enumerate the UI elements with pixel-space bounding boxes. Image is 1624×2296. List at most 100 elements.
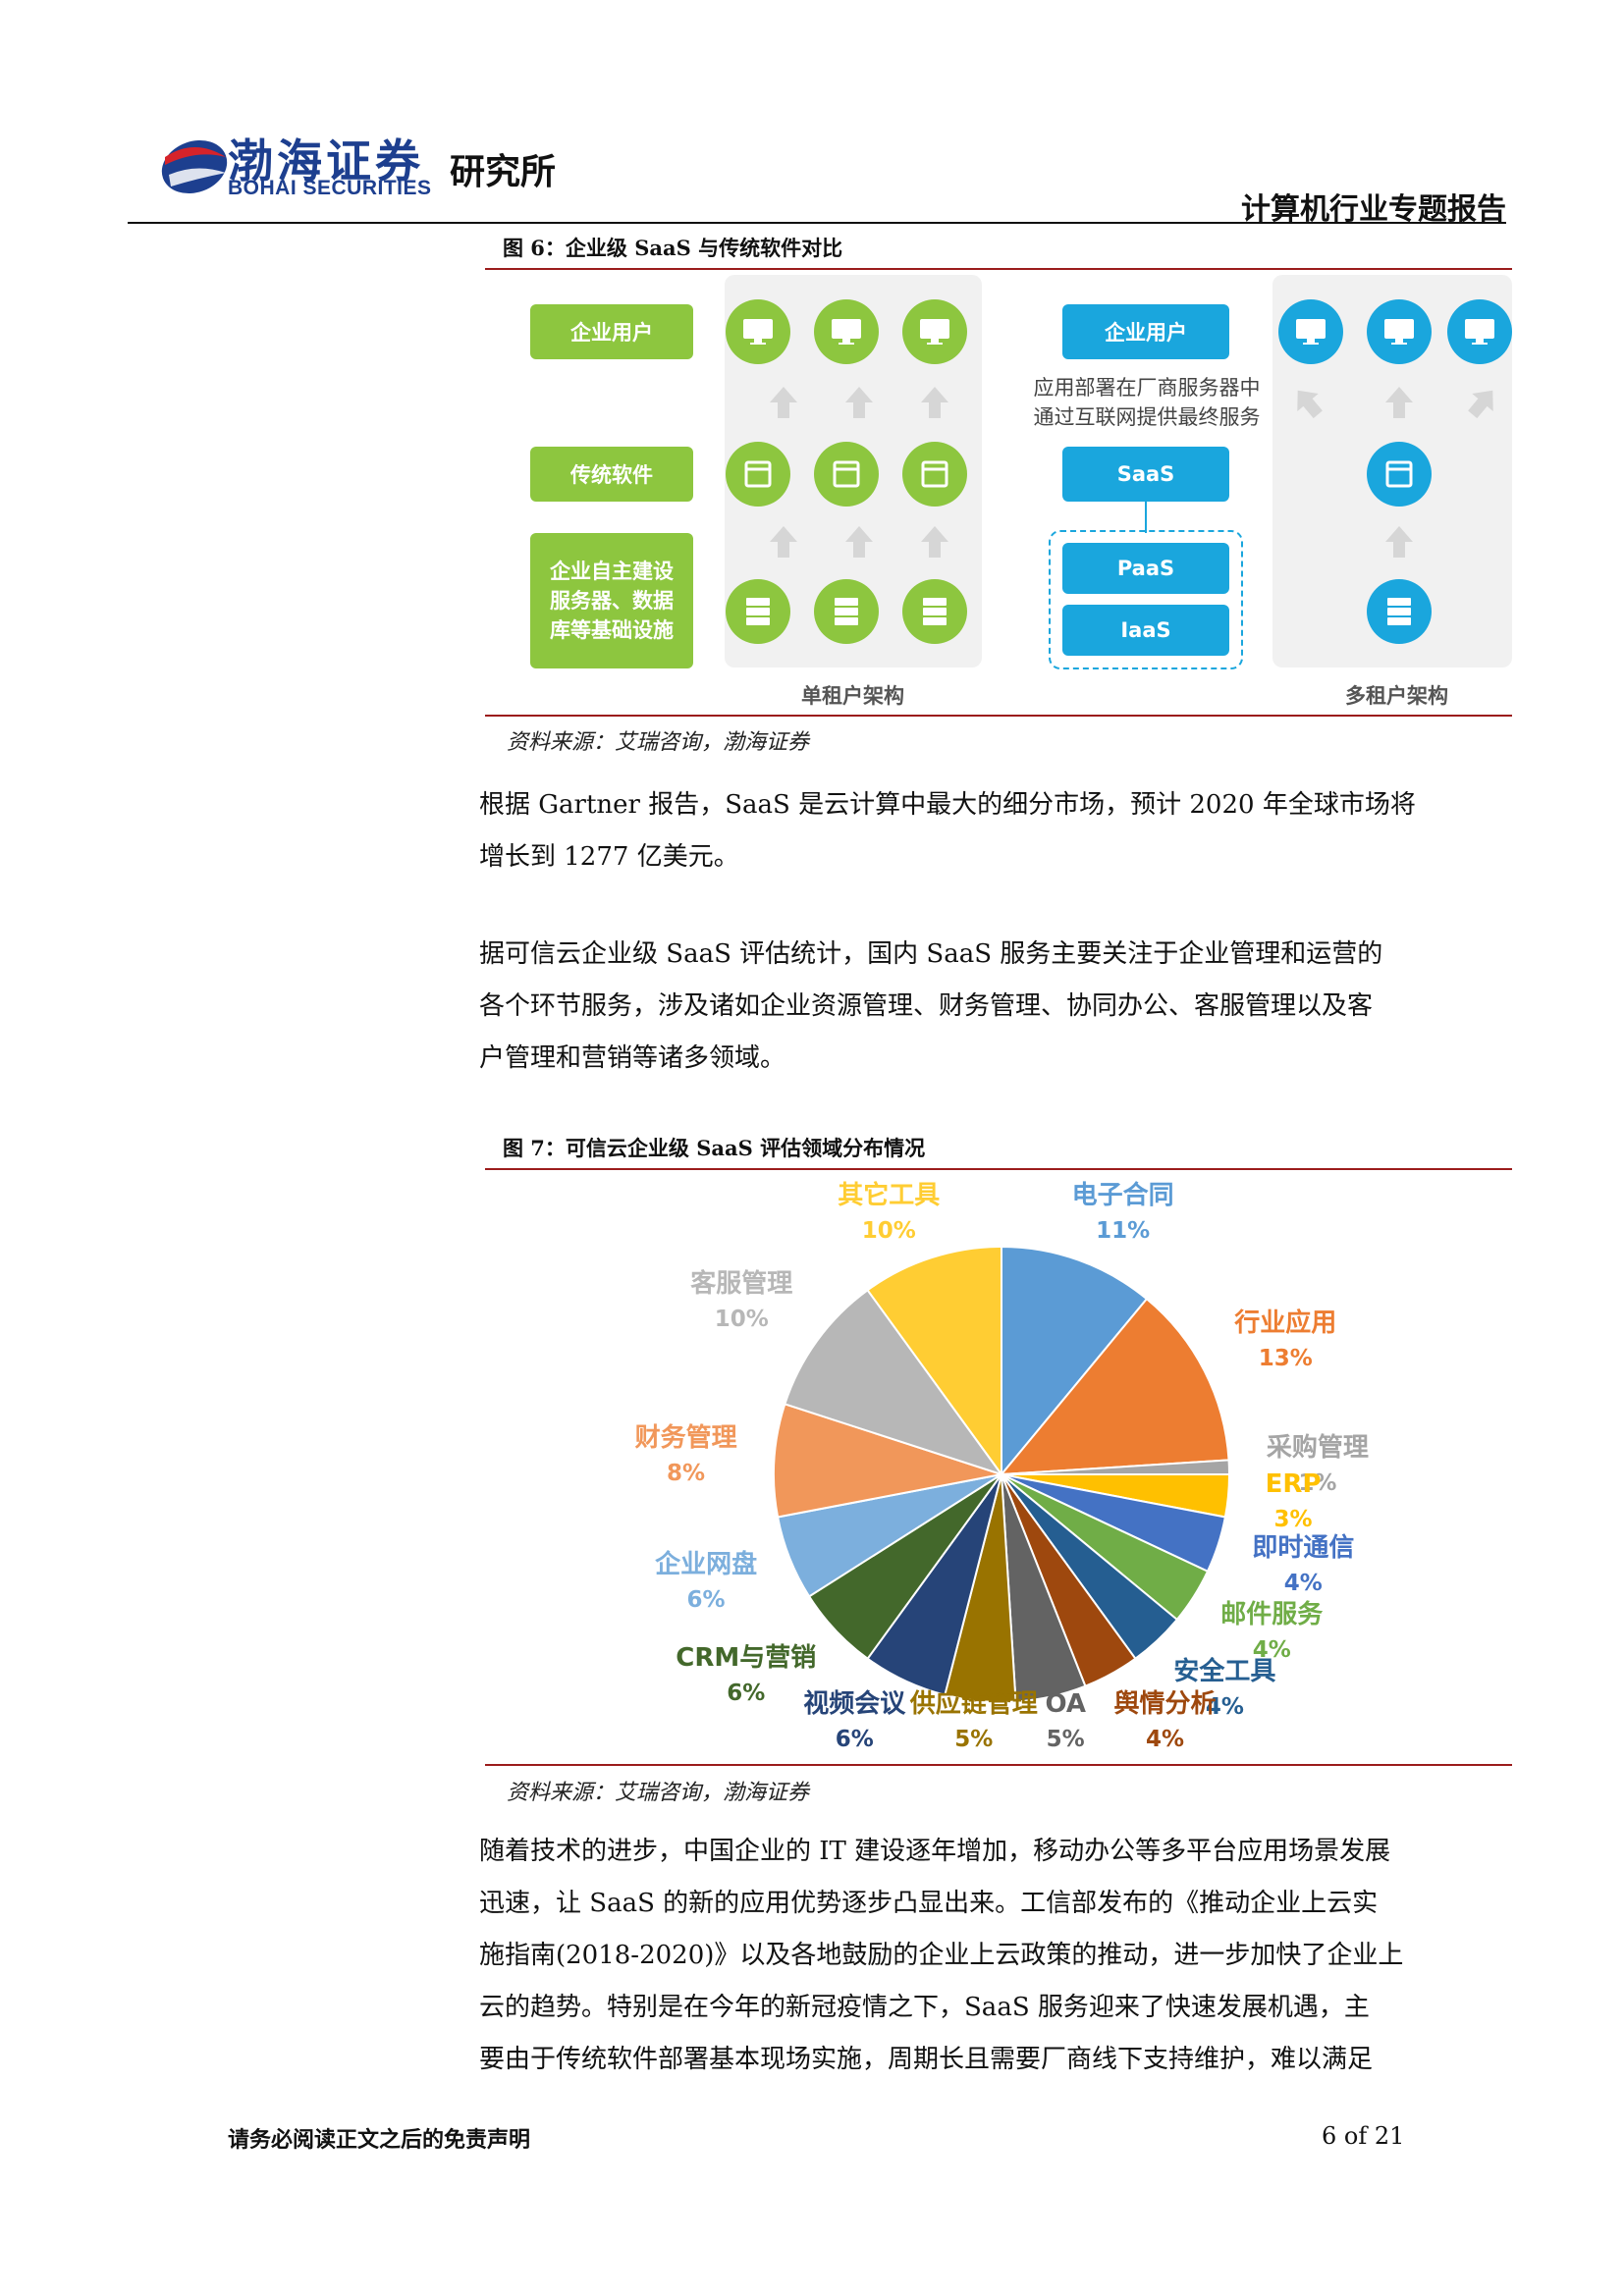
figure6-caption: 图 6：企业级 SaaS 与传统软件对比 — [503, 236, 843, 260]
pie-label-7: 舆情分析 4% — [1114, 1686, 1217, 1757]
pie-label-3: ERP 3% — [1266, 1467, 1322, 1537]
pie-category-label: 供应链管理 — [909, 1689, 1038, 1719]
pie-percent-label: 5% — [954, 1727, 994, 1752]
pie-percent-label: 6% — [835, 1727, 874, 1752]
pie-percent-label: 13% — [1258, 1345, 1313, 1371]
pie-label-13: 财务管理 8% — [635, 1420, 737, 1491]
pie-category-label: 电子合同 — [1071, 1181, 1174, 1210]
monitor-icon — [726, 299, 790, 364]
figure7-top-rule — [485, 1168, 1512, 1170]
monitor-icon — [1278, 299, 1343, 364]
server-icon — [902, 579, 967, 644]
figure7-bottom-rule — [485, 1764, 1512, 1766]
disclaimer-note: 请务必阅读正文之后的免责声明 — [228, 2127, 531, 2153]
deployment-note-line-2: 通过互联网提供最终服务 — [1033, 405, 1261, 429]
pie-category-label: 安全工具 — [1173, 1656, 1276, 1686]
pie-label-11: CRM与营销 6% — [676, 1640, 816, 1711]
single-tenant-label: 单租户架构 — [801, 684, 904, 708]
arrow-up-icon — [839, 522, 879, 561]
figure7-caption: 图 7：可信云企业级 SaaS 评估领域分布情况 — [503, 1136, 926, 1160]
arrow-up-icon — [1380, 522, 1419, 561]
pie-category-label: 舆情分析 — [1113, 1689, 1217, 1719]
pie-label-4: 即时通信 4% — [1252, 1530, 1354, 1601]
window-icon — [726, 442, 790, 507]
infra-line-2: 服务器、数据 — [550, 589, 674, 613]
pie-label-12: 企业网盘 6% — [655, 1547, 757, 1618]
pie-label-0: 电子合同 11% — [1072, 1178, 1174, 1249]
window-icon — [1367, 442, 1432, 507]
infra-line-3: 库等基础设施 — [550, 618, 674, 642]
pie-category-label: CRM与营销 — [676, 1643, 817, 1674]
paas-box: PaaS — [1062, 543, 1229, 594]
paragraph-gartner: 根据 Gartner 报告，SaaS 是云计算中最大的细分市场，预计 2020 … — [479, 779, 1500, 883]
bohai-logo-icon — [161, 139, 228, 194]
server-icon — [814, 579, 879, 644]
pie-percent-label: 6% — [727, 1681, 766, 1707]
figure6-top-rule — [485, 268, 1512, 270]
arrow-up-right-icon — [1463, 383, 1502, 422]
paragraph-line: 随着技术的进步，中国企业的 IT 建设逐年增加，移动办公等多平台应用场景发展 — [479, 1837, 1391, 1866]
monitor-icon — [1367, 299, 1432, 364]
deployment-note: 应用部署在厂商服务器中 通过互联网提供最终服务 — [1021, 373, 1272, 432]
logo-english-name: BOHAI SECURITIES — [228, 177, 432, 199]
window-icon — [814, 442, 879, 507]
figure6-bottom-rule — [485, 715, 1512, 717]
multi-tenant-label: 多租户架构 — [1345, 684, 1448, 708]
pie-category-label: 企业网盘 — [655, 1550, 758, 1580]
pie-percent-label: 4% — [1283, 1570, 1323, 1596]
paragraph-trusted-cloud: 据可信云企业级 SaaS 评估统计，国内 SaaS 服务主要关注于企业管理和运营… — [479, 929, 1500, 1085]
pie-label-10: 视频会议 6% — [803, 1686, 905, 1757]
monitor-icon — [902, 299, 967, 364]
pie-percent-label: 5% — [1046, 1727, 1085, 1752]
window-icon — [902, 442, 967, 507]
monitor-icon — [1447, 299, 1512, 364]
paragraph-line: 根据 Gartner 报告，SaaS 是云计算中最大的细分市场，预计 2020 … — [479, 790, 1416, 820]
pie-category-label: 邮件服务 — [1220, 1599, 1324, 1629]
enterprise-user-box-left: 企业用户 — [530, 304, 693, 359]
traditional-software-box: 传统软件 — [530, 447, 693, 502]
pie-label-15: 其它工具 10% — [838, 1178, 940, 1249]
paragraph-line: 要由于传统软件部署基本现场实施，周期长且需要厂商线下支持维护，难以满足 — [479, 2045, 1374, 2074]
pie-percent-label: 10% — [861, 1218, 916, 1244]
pie-category-label: 采购管理 — [1266, 1432, 1369, 1463]
paragraph-line: 迅速，让 SaaS 的新的应用优势逐步凸显出来。工信部发布的《推动企业上云实 — [479, 1889, 1379, 1918]
arrow-up-left-icon — [1288, 383, 1327, 422]
arrow-up-icon — [915, 383, 954, 422]
arrow-up-icon — [764, 383, 803, 422]
figure7-source: 资料来源：艾瑞咨询，渤海证券 — [507, 1781, 810, 1805]
saas-domain-pie-chart — [773, 1245, 1231, 1703]
paragraph-line: 据可信云企业级 SaaS 评估统计，国内 SaaS 服务主要关注于企业管理和运营… — [479, 939, 1383, 969]
pie-category-label: 行业应用 — [1234, 1308, 1337, 1338]
pie-category-label: 客服管理 — [690, 1268, 793, 1299]
enterprise-user-box-right: 企业用户 — [1062, 304, 1229, 359]
header-divider — [128, 222, 1506, 224]
arrow-up-icon — [1380, 383, 1419, 422]
pie-percent-label: 4% — [1145, 1727, 1185, 1752]
pie-percent-label: 6% — [686, 1587, 726, 1614]
paragraph-line: 施指南(2018-2020)》以及各地鼓励的企业上云政策的推动，进一步加快了企业… — [479, 1941, 1404, 1970]
pie-category-label: 其它工具 — [838, 1181, 941, 1210]
pie-percent-label: 8% — [667, 1461, 706, 1487]
saas-box: SaaS — [1062, 447, 1229, 502]
iaas-box: IaaS — [1062, 605, 1229, 656]
pie-label-9: 供应链管理 5% — [910, 1686, 1038, 1757]
monitor-icon — [814, 299, 879, 364]
paragraph-line: 增长到 1277 亿美元。 — [479, 842, 739, 872]
pie-label-8: OA 5% — [1045, 1686, 1086, 1757]
pie-label-14: 客服管理 10% — [690, 1266, 792, 1337]
pie-percent-label: 11% — [1096, 1218, 1151, 1244]
pie-category-label: 财务管理 — [634, 1423, 737, 1454]
pie-percent-label: 10% — [714, 1306, 769, 1332]
arrow-up-icon — [915, 522, 954, 561]
infra-line-1: 企业自主建设 — [550, 560, 674, 583]
deployment-note-line-1: 应用部署在厂商服务器中 — [1033, 376, 1261, 400]
paragraph-line: 户管理和营销等诸多领域。 — [479, 1043, 786, 1073]
server-icon — [726, 579, 790, 644]
arrow-up-icon — [839, 383, 879, 422]
page-number: 6 of 21 — [1322, 2122, 1405, 2150]
pie-category-label: ERP — [1265, 1469, 1322, 1500]
server-icon — [1367, 579, 1432, 644]
pie-category-label: OA — [1045, 1689, 1086, 1719]
pie-label-1: 行业应用 13% — [1234, 1306, 1336, 1376]
paragraph-line: 云的趋势。特别是在今年的新冠疫情之下，SaaS 服务迎来了快速发展机遇，主 — [479, 1993, 1370, 2022]
